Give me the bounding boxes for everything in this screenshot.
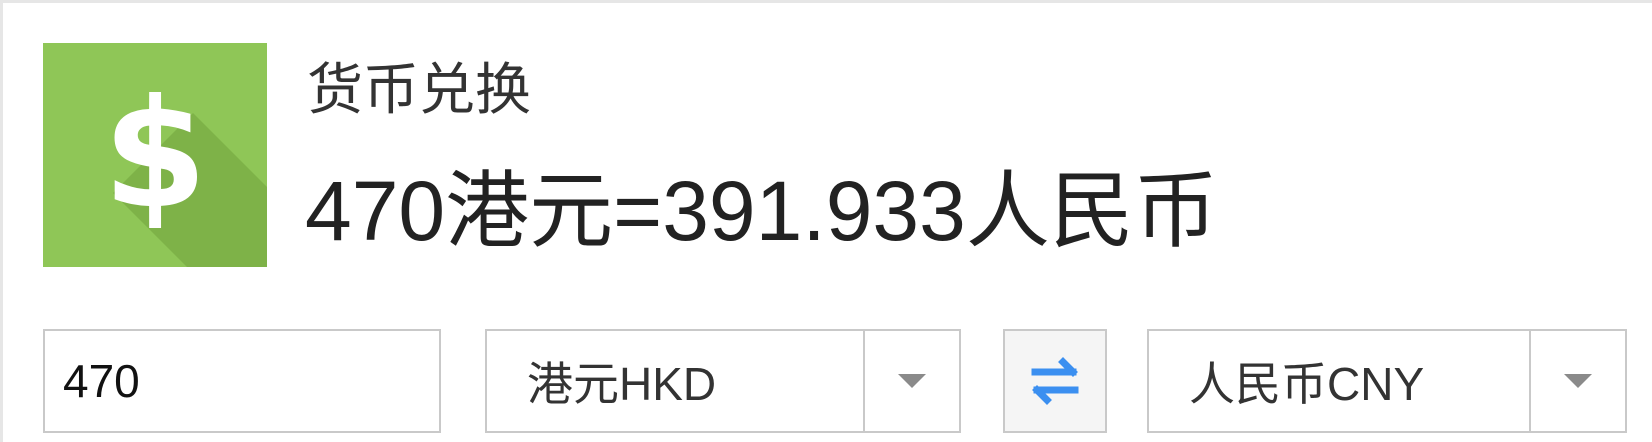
from-currency-dropdown[interactable]: [863, 331, 959, 431]
conversion-result: 470港元=391.933人民币: [305, 164, 1218, 258]
swap-currencies-button[interactable]: [1003, 329, 1107, 433]
widget-title: 货币兑换: [307, 58, 531, 123]
swap-arrows-icon: [1031, 357, 1079, 405]
from-currency-select[interactable]: 港元HKD: [485, 329, 961, 433]
caret-down-icon: [1564, 374, 1592, 388]
to-currency-label: 人民币CNY: [1189, 358, 1425, 410]
caret-down-icon: [898, 374, 926, 388]
from-currency-label: 港元HKD: [527, 358, 717, 410]
to-currency-dropdown[interactable]: [1529, 331, 1625, 431]
amount-input[interactable]: [43, 329, 441, 433]
dollar-sign-icon: $: [102, 68, 208, 242]
currency-logo: $: [43, 43, 267, 267]
currency-converter-card: $ 货币兑换 470港元=391.933人民币 港元HKD 人民币CNY: [0, 0, 1652, 442]
to-currency-select[interactable]: 人民币CNY: [1147, 329, 1627, 433]
